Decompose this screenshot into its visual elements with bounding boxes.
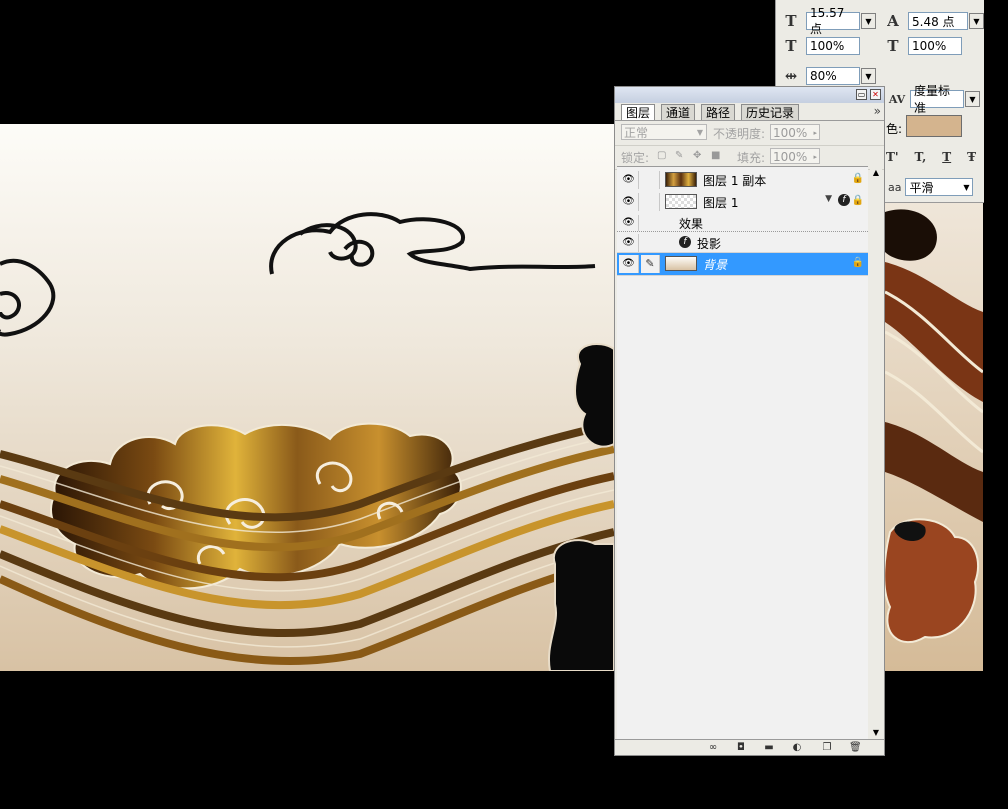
tab-paths[interactable]: 路径 bbox=[701, 104, 736, 120]
color-label: 色: bbox=[886, 122, 903, 136]
vertical-scale-icon: T bbox=[785, 37, 797, 55]
fx-icon: f bbox=[838, 194, 850, 206]
cloud-outline-top bbox=[269, 212, 596, 275]
lock-all-icon[interactable]: ■ bbox=[711, 151, 721, 161]
effects-row[interactable]: 👁 效果 bbox=[617, 213, 868, 232]
tracking-icon: ⇹ bbox=[784, 67, 798, 85]
link-layers-icon[interactable]: ∞ bbox=[707, 742, 719, 754]
lock-paint-icon[interactable]: ✎ bbox=[675, 151, 685, 161]
text-color-swatch[interactable] bbox=[906, 115, 962, 137]
drop-shadow-label: 投影 bbox=[697, 237, 722, 251]
eye-icon[interactable]: 👁 bbox=[619, 171, 639, 189]
leading-field[interactable]: 5.48 点 bbox=[908, 12, 968, 30]
close-icon[interactable]: ✕ bbox=[870, 89, 881, 100]
effect-icon: f bbox=[679, 236, 691, 248]
chevron-down-icon: ▼ bbox=[696, 128, 703, 137]
document-canvas-right[interactable] bbox=[885, 202, 983, 671]
expand-arrow-icon[interactable]: ▼ bbox=[825, 194, 832, 204]
strikethrough-icon[interactable]: Ŧ bbox=[967, 150, 976, 164]
blend-mode-select[interactable]: 正常 ▼ bbox=[621, 124, 707, 140]
fill-label: 填充: bbox=[737, 151, 766, 165]
layer-list: 👁 图层 1 副本 🔒 👁 图层 1 ▼ f 🔒 👁 效果 👁 f 投影 👁 ✎ bbox=[617, 166, 868, 740]
horizontal-scale-field[interactable]: 100% bbox=[908, 37, 962, 55]
lock-transparency-icon[interactable]: ▢ bbox=[657, 151, 667, 161]
eye-icon[interactable]: 👁 bbox=[619, 193, 639, 211]
antialias-value: 平滑 bbox=[909, 180, 934, 195]
tab-history[interactable]: 历史记录 bbox=[741, 104, 800, 120]
blend-opacity-row: 正常 ▼ 不透明度: 100% ▸ bbox=[615, 121, 884, 146]
layer-thumbnail bbox=[665, 256, 697, 271]
add-mask-icon[interactable]: ◘ bbox=[735, 742, 747, 754]
chevron-down-icon: ▼ bbox=[963, 182, 970, 192]
scrollbar[interactable]: ▲ ▼ bbox=[870, 166, 882, 739]
tracking-field[interactable]: 80% bbox=[806, 67, 860, 85]
wave-cloud-artwork bbox=[0, 212, 614, 671]
panel-titlebar[interactable]: ▭ ✕ bbox=[615, 87, 884, 103]
dark-cloud-bottom bbox=[548, 539, 614, 671]
layer-row[interactable]: 👁 图层 1 ▼ f 🔒 bbox=[617, 191, 868, 214]
antialias-select[interactable]: 平滑 ▼ bbox=[905, 178, 974, 196]
scroll-down-icon[interactable]: ▼ bbox=[870, 728, 882, 737]
fill-field[interactable]: 100% ▸ bbox=[770, 148, 820, 164]
kerning-dropdown[interactable]: ▼ bbox=[965, 91, 980, 107]
panel-menu-icon[interactable]: » bbox=[874, 104, 881, 118]
tracking-dropdown[interactable]: ▼ bbox=[861, 68, 876, 84]
wave-cloud-artwork-right bbox=[885, 209, 983, 644]
font-size-field[interactable]: 15.57 点 bbox=[806, 6, 860, 36]
layer-thumbnail bbox=[665, 172, 697, 187]
new-layer-icon[interactable]: ❐ bbox=[821, 742, 833, 754]
horizontal-scale-icon: T bbox=[887, 37, 899, 55]
eye-icon[interactable]: 👁 bbox=[619, 255, 639, 273]
fill-value: 100% bbox=[773, 150, 808, 164]
link-slot[interactable] bbox=[641, 193, 660, 211]
kerning-field[interactable]: 度量标准 bbox=[910, 84, 964, 115]
leading-dropdown[interactable]: ▼ bbox=[969, 13, 984, 29]
layers-panel: ▭ ✕ 图层 通道 路径 历史记录 » 正常 ▼ 不透明度: 100% ▸ 锁定… bbox=[614, 86, 885, 756]
trash-icon[interactable]: 🗑 bbox=[849, 742, 862, 754]
link-slot[interactable] bbox=[641, 171, 660, 189]
cloud-outline-left bbox=[0, 258, 56, 337]
vertical-scale-field[interactable]: 100% bbox=[806, 37, 860, 55]
document-canvas[interactable] bbox=[0, 124, 614, 671]
panel-footer: ∞ ◘ ▬ ◐ ❐ 🗑 bbox=[615, 739, 884, 756]
font-size-dropdown[interactable]: ▼ bbox=[861, 13, 876, 29]
layer-thumbnail bbox=[665, 194, 697, 209]
blend-mode-value: 正常 bbox=[624, 126, 649, 140]
eye-icon[interactable]: 👁 bbox=[619, 215, 639, 231]
effects-label: 效果 bbox=[679, 217, 704, 231]
eye-icon[interactable]: 👁 bbox=[619, 234, 639, 252]
underline-icon[interactable]: T bbox=[942, 150, 951, 164]
antialias-icon: aa bbox=[888, 180, 902, 194]
superscript-icon[interactable]: T' bbox=[886, 150, 899, 164]
adjustment-layer-icon[interactable]: ◐ bbox=[791, 742, 803, 754]
lock-label: 锁定: bbox=[621, 151, 650, 165]
lock-icon: 🔒 bbox=[851, 173, 864, 184]
lock-icon: 🔒 bbox=[851, 257, 864, 268]
effect-item-row[interactable]: 👁 f 投影 bbox=[617, 232, 868, 253]
brush-icon[interactable]: ✎ bbox=[641, 255, 660, 273]
layer-name[interactable]: 背景 bbox=[703, 256, 727, 273]
layer-name[interactable]: 图层 1 副本 bbox=[703, 172, 766, 189]
lock-icon: 🔒 bbox=[851, 195, 864, 206]
layer-row[interactable]: 👁 图层 1 副本 🔒 bbox=[617, 169, 868, 192]
minimize-icon[interactable]: ▭ bbox=[856, 89, 867, 100]
layer-name[interactable]: 图层 1 bbox=[703, 194, 738, 211]
opacity-value: 100% bbox=[773, 126, 808, 140]
tab-layers[interactable]: 图层 bbox=[621, 104, 656, 120]
leading-icon: A bbox=[887, 12, 899, 30]
lock-position-icon[interactable]: ✥ bbox=[693, 151, 703, 161]
tab-channels[interactable]: 通道 bbox=[661, 104, 696, 120]
kerning-icon: AV bbox=[888, 92, 906, 106]
font-size-icon: T bbox=[785, 12, 797, 30]
scroll-up-icon[interactable]: ▲ bbox=[870, 168, 882, 177]
opacity-slider-arrow-icon[interactable]: ▸ bbox=[813, 125, 817, 141]
fill-slider-arrow-icon[interactable]: ▸ bbox=[813, 149, 817, 165]
layer-row-selected[interactable]: 👁 ✎ 背景 🔒 bbox=[617, 253, 868, 276]
panel-tabs: 图层 通道 路径 历史记录 » bbox=[615, 103, 884, 121]
opacity-field[interactable]: 100% ▸ bbox=[770, 124, 820, 140]
subscript-icon[interactable]: T, bbox=[915, 150, 927, 164]
new-group-icon[interactable]: ▬ bbox=[763, 742, 775, 754]
opacity-label: 不透明度: bbox=[713, 127, 766, 141]
